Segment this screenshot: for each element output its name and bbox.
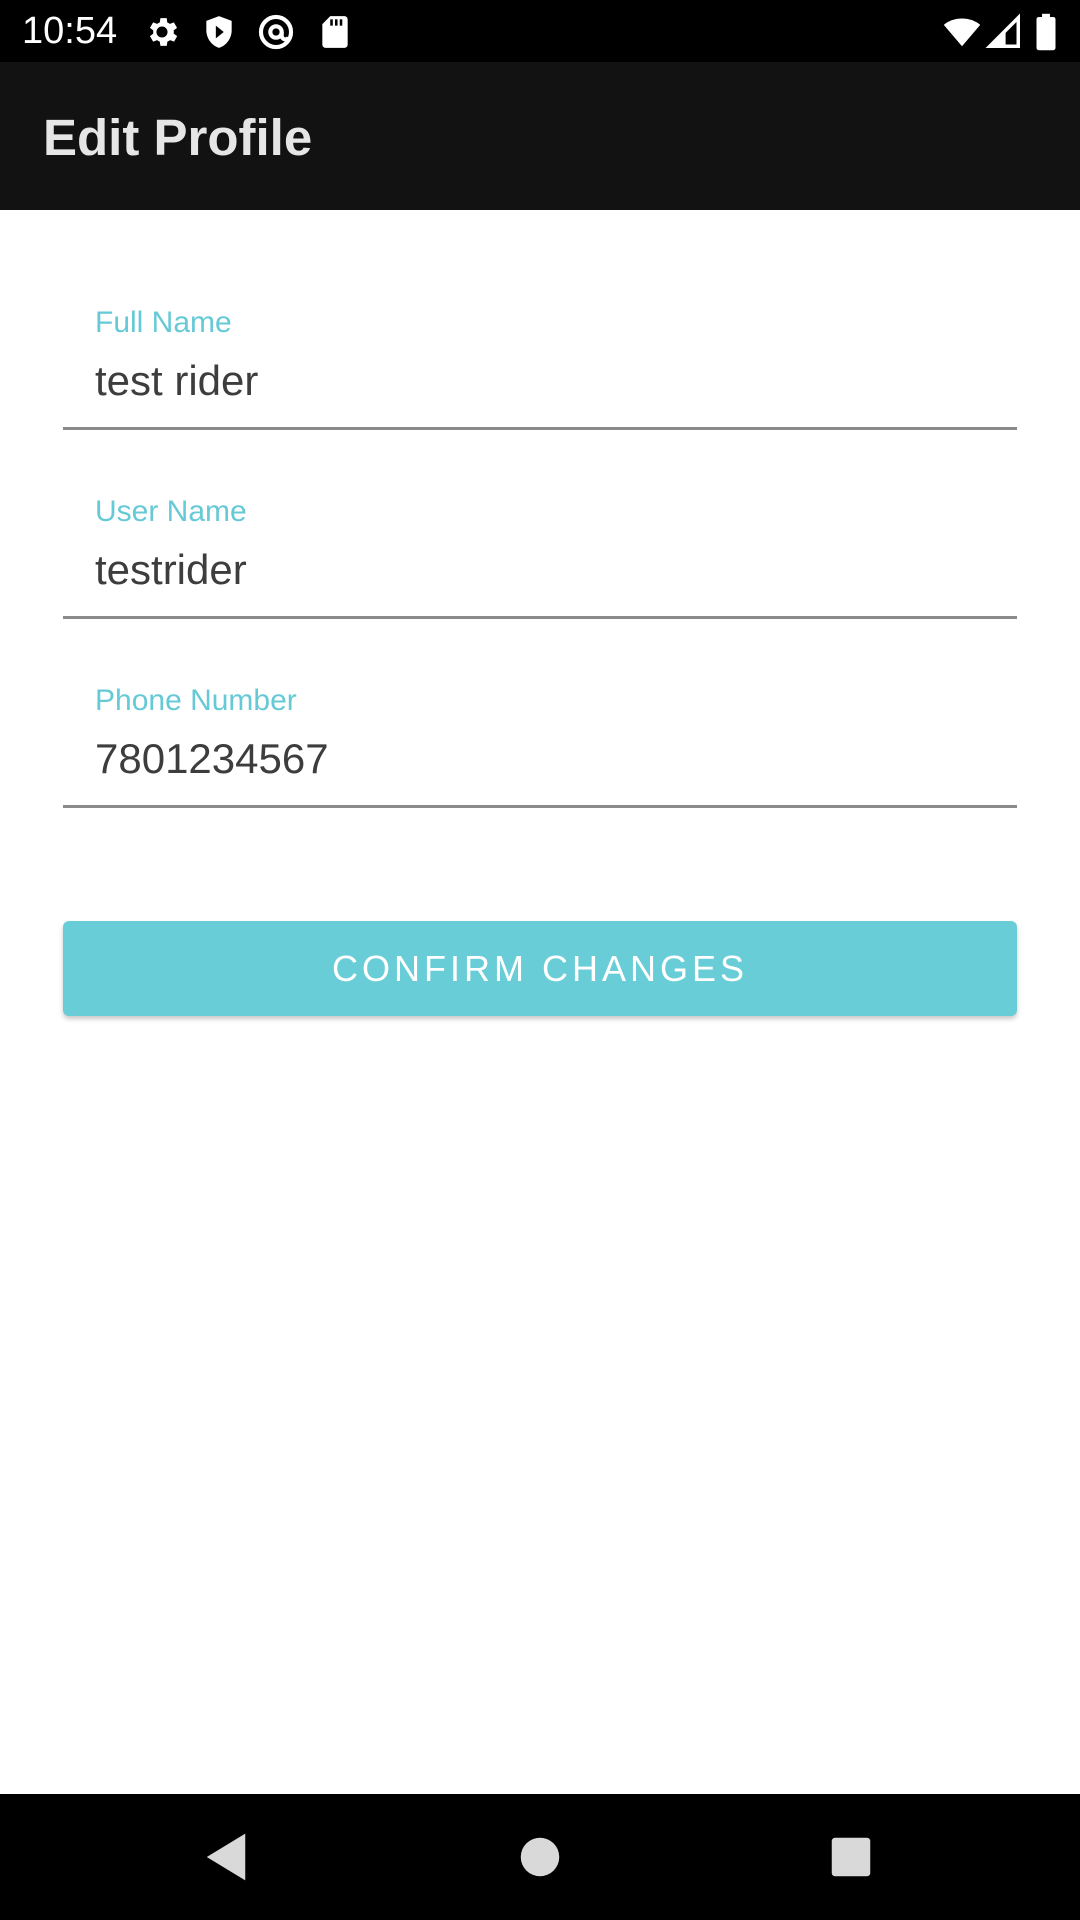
status-bar: 10:54: [0, 0, 1080, 62]
confirm-changes-button[interactable]: CONFIRM CHANGES: [63, 921, 1017, 1016]
phone-number-input[interactable]: 7801234567: [95, 733, 329, 785]
full-name-underline: [63, 427, 1017, 430]
shield-icon: [200, 13, 238, 51]
phone-number-field[interactable]: Phone Number 7801234567: [63, 683, 1017, 833]
user-name-input[interactable]: testrider: [95, 544, 247, 596]
sd-card-icon: [316, 13, 354, 51]
page-title: Edit Profile: [43, 109, 313, 166]
navigation-bar: [0, 1794, 1080, 1920]
edit-profile-form: Full Name test rider User Name testrider…: [0, 210, 1080, 1794]
signal-icon: [985, 13, 1023, 51]
home-icon[interactable]: [507, 1824, 573, 1890]
user-name-field[interactable]: User Name testrider: [63, 494, 1017, 644]
app-bar: Edit Profile: [0, 62, 1080, 210]
settings-icon: [143, 13, 181, 51]
phone-number-label: Phone Number: [95, 684, 297, 717]
full-name-field[interactable]: Full Name test rider: [63, 305, 1017, 455]
phone-number-underline: [63, 805, 1017, 808]
user-name-underline: [63, 616, 1017, 619]
full-name-label: Full Name: [95, 306, 232, 339]
wifi-icon: [942, 13, 981, 51]
user-name-label: User Name: [95, 495, 247, 528]
status-time: 10:54: [22, 10, 118, 52]
back-icon[interactable]: [193, 1824, 259, 1890]
full-name-input[interactable]: test rider: [95, 355, 258, 407]
battery-icon: [1034, 13, 1072, 51]
at-icon: [257, 13, 295, 51]
recents-icon[interactable]: [818, 1824, 884, 1890]
